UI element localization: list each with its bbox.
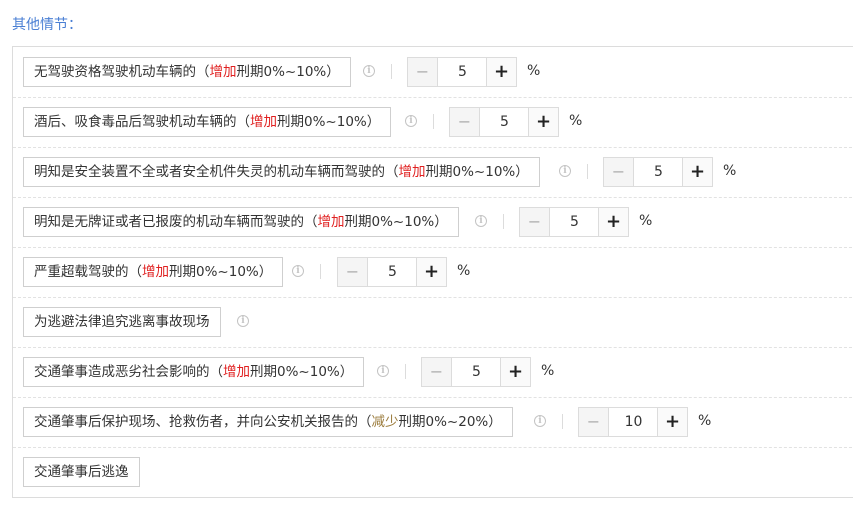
percent-value[interactable]: 5 [452,358,501,386]
info-icon[interactable]: i [534,415,546,427]
label-highlight: 增加 [223,364,250,380]
increment-button[interactable]: + [416,258,446,286]
percent-value[interactable]: 5 [480,108,529,136]
divider [562,414,563,429]
circumstance-label[interactable]: 严重超载驾驶的（增加刑期0%~10%） [23,257,284,287]
label-suffix: 刑期0%~10%） [169,264,273,280]
increment-button[interactable]: + [682,158,712,186]
percent-unit: % [639,213,653,229]
percent-value[interactable]: 5 [550,208,599,236]
label-suffix: 刑期0%~20%） [398,414,502,430]
label-prefix: 明知是安全装置不全或者安全机件失灵的机动车辆而驾驶的（ [34,164,399,180]
circumstance-row: 酒后、吸食毒品后驾驶机动车辆的（增加刑期0%~10%） i − 5 + % [13,97,853,148]
label-suffix: 刑期0%~10%） [236,64,340,80]
increment-button[interactable]: + [500,358,530,386]
percent-stepper: − 5 + [519,207,629,237]
circumstance-row: 明知是无牌证或者已报废的机动车辆而驾驶的（增加刑期0%~10%） i − 5 +… [13,197,853,248]
circumstance-label[interactable]: 交通肇事造成恶劣社会影响的（增加刑期0%~10%） [23,357,365,387]
circumstance-label[interactable]: 为逃避法律追究逃离事故现场 [23,307,221,337]
percent-value[interactable]: 5 [634,158,683,186]
circumstance-label[interactable]: 明知是安全装置不全或者安全机件失灵的机动车辆而驾驶的（增加刑期0%~10%） [23,157,540,187]
percent-stepper: − 5 + [407,57,517,87]
label-highlight: 增加 [317,214,345,230]
label-text: 为逃避法律追究逃离事故现场 [34,314,210,330]
percent-unit: % [541,363,555,379]
info-icon[interactable]: i [363,65,375,77]
label-prefix: 酒后、吸食毒品后驾驶机动车辆的（ [34,114,250,130]
info-icon[interactable]: i [559,165,571,177]
label-highlight: 增加 [398,164,426,180]
circumstance-label[interactable]: 酒后、吸食毒品后驾驶机动车辆的（增加刑期0%~10%） [23,107,392,137]
label-prefix: 无驾驶资格驾驶机动车辆的（ [34,64,210,80]
percent-stepper: − 5 + [337,257,447,287]
label-prefix: 明知是无牌证或者已报废的机动车辆而驾驶的（ [34,214,318,230]
decrement-button[interactable]: − [450,108,480,136]
circumstance-label[interactable]: 无驾驶资格驾驶机动车辆的（增加刑期0%~10%） [23,57,351,87]
info-icon[interactable]: i [237,315,249,327]
decrement-button[interactable]: − [422,358,452,386]
info-icon[interactable]: i [377,365,389,377]
circumstance-row: 为逃避法律追究逃离事故现场 i [13,297,853,348]
percent-stepper: − 5 + [449,107,559,137]
label-highlight: 增加 [250,114,277,130]
divider [503,214,504,229]
divider [433,114,434,129]
decrement-button[interactable]: − [579,408,609,436]
increment-button[interactable]: + [598,208,628,236]
percent-stepper: − 5 + [603,157,713,187]
percent-value[interactable]: 10 [609,408,658,436]
decrement-button[interactable]: − [338,258,368,286]
label-highlight: 增加 [209,64,237,80]
circumstance-row: 交通肇事造成恶劣社会影响的（增加刑期0%~10%） i − 5 + % [13,347,853,398]
percent-value[interactable]: 5 [438,58,487,86]
label-prefix: 严重超载驾驶的（ [34,264,142,280]
circumstance-row: 严重超载驾驶的（增加刑期0%~10%） i − 5 + % [13,247,853,298]
circumstance-label[interactable]: 明知是无牌证或者已报废的机动车辆而驾驶的（增加刑期0%~10%） [23,207,459,237]
info-icon[interactable]: i [405,115,417,127]
percent-stepper: − 5 + [421,357,531,387]
label-prefix: 交通肇事后保护现场、抢救伤者，并向公安机关报告的（ [34,414,372,430]
circumstance-label[interactable]: 交通肇事后逃逸 [23,457,140,487]
circumstance-row: 交通肇事后保护现场、抢救伤者，并向公安机关报告的（减少刑期0%~20%） i −… [13,397,853,448]
decrement-button[interactable]: − [604,158,634,186]
label-text: 交通肇事后逃逸 [34,464,129,480]
divider [320,264,321,279]
increment-button[interactable]: + [657,408,687,436]
label-suffix: 刑期0%~10%） [344,214,448,230]
percent-unit: % [723,163,737,179]
info-icon[interactable]: i [292,265,304,277]
percent-stepper: − 10 + [578,407,688,437]
label-highlight: 减少 [371,414,399,430]
percent-unit: % [698,413,712,429]
increment-button[interactable]: + [528,108,558,136]
circumstance-row: 无驾驶资格驾驶机动车辆的（增加刑期0%~10%） i − 5 + % [13,47,853,98]
label-highlight: 增加 [142,264,169,280]
label-suffix: 刑期0%~10%） [277,114,381,130]
section-title: 其他情节： [12,17,82,33]
label-prefix: 交通肇事造成恶劣社会影响的（ [34,364,223,380]
info-icon[interactable]: i [475,215,487,227]
circumstance-row: 交通肇事后逃逸 [13,447,853,497]
decrement-button[interactable]: − [408,58,438,86]
percent-value[interactable]: 5 [368,258,417,286]
label-suffix: 刑期0%~10%） [250,364,354,380]
decrement-button[interactable]: − [520,208,550,236]
percent-unit: % [457,263,471,279]
percent-unit: % [527,63,541,79]
increment-button[interactable]: + [486,58,516,86]
divider [391,64,392,79]
label-suffix: 刑期0%~10%） [425,164,529,180]
divider [587,164,588,179]
circumstance-label[interactable]: 交通肇事后保护现场、抢救伤者，并向公安机关报告的（减少刑期0%~20%） [23,407,513,437]
divider [405,364,406,379]
circumstance-row: 明知是安全装置不全或者安全机件失灵的机动车辆而驾驶的（增加刑期0%~10%） i… [13,147,853,198]
other-circumstances-panel: 无驾驶资格驾驶机动车辆的（增加刑期0%~10%） i − 5 + % 酒后、吸食… [12,46,853,498]
percent-unit: % [569,113,583,129]
